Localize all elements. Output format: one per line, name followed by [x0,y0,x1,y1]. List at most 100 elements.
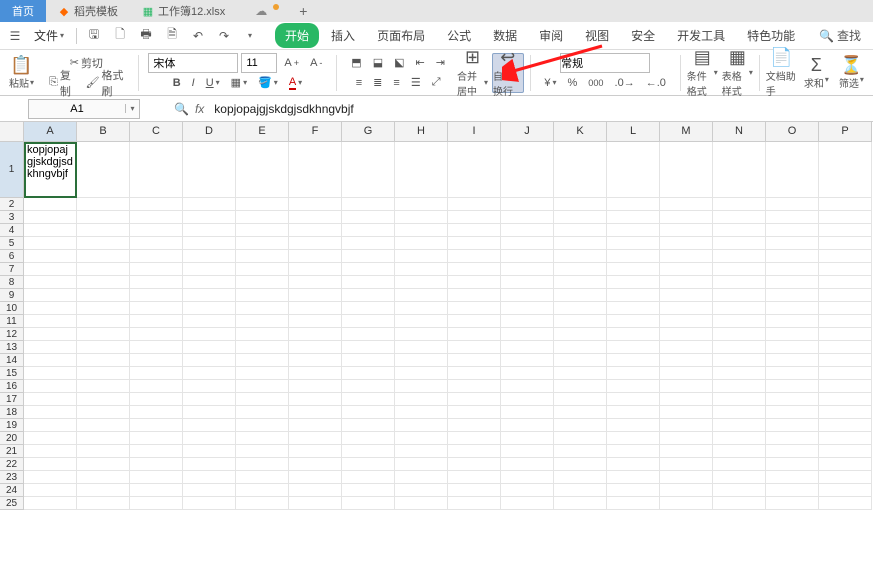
cell[interactable] [395,315,448,328]
cell[interactable] [24,471,77,484]
cell[interactable] [766,250,819,263]
cell[interactable] [660,211,713,224]
cell[interactable] [395,224,448,237]
row-header[interactable]: 1 [0,142,24,198]
cell[interactable] [342,354,395,367]
cell[interactable] [342,211,395,224]
cell[interactable] [448,380,501,393]
cell[interactable] [77,432,130,445]
row-header[interactable]: 20 [0,432,24,445]
cell[interactable] [130,380,183,393]
cell[interactable] [236,406,289,419]
percent-button[interactable]: % [563,74,581,92]
cell[interactable] [289,198,342,211]
cell[interactable] [289,497,342,510]
qat-more-icon[interactable]: ▾ [239,25,261,47]
cell[interactable] [183,406,236,419]
cell[interactable] [448,341,501,354]
ribbon-tab-insert[interactable]: 插入 [321,23,365,48]
cell[interactable] [130,276,183,289]
cell[interactable] [607,198,660,211]
cell[interactable] [448,302,501,315]
align-top-button[interactable]: ⬒ [347,54,365,72]
export-icon[interactable]: 🗎 [161,25,183,47]
cell[interactable] [607,354,660,367]
cell[interactable] [713,289,766,302]
cell[interactable] [395,302,448,315]
cell[interactable] [448,393,501,406]
cell[interactable] [713,224,766,237]
fill-color-button[interactable]: 🪣▾ [254,74,282,92]
cell[interactable] [448,315,501,328]
row-header[interactable]: 15 [0,367,24,380]
cell[interactable] [554,471,607,484]
cell[interactable] [395,263,448,276]
cell[interactable] [448,328,501,341]
cell[interactable] [236,328,289,341]
cell[interactable] [660,419,713,432]
cell[interactable] [501,211,554,224]
cell[interactable] [554,276,607,289]
cell[interactable] [554,393,607,406]
cell[interactable] [448,406,501,419]
cell[interactable] [183,432,236,445]
cell[interactable] [130,211,183,224]
increase-font-button[interactable]: A+ [280,54,303,72]
row-header[interactable]: 10 [0,302,24,315]
cell[interactable] [607,484,660,497]
cell[interactable] [236,367,289,380]
cell[interactable] [395,380,448,393]
number-format-select[interactable] [560,53,650,73]
cell[interactable] [236,380,289,393]
cell[interactable] [289,237,342,250]
cell[interactable] [554,380,607,393]
cell[interactable] [554,142,607,198]
cell[interactable] [501,393,554,406]
cell[interactable] [819,406,872,419]
cell[interactable] [554,237,607,250]
ribbon-tab-developer[interactable]: 开发工具 [667,23,735,48]
cell[interactable] [607,458,660,471]
cell[interactable] [766,263,819,276]
cell[interactable] [713,250,766,263]
cell[interactable] [448,367,501,380]
underline-button[interactable]: U▾ [202,74,224,92]
cell[interactable] [342,406,395,419]
cell[interactable] [289,302,342,315]
cell[interactable] [607,497,660,510]
cell[interactable] [819,471,872,484]
cell[interactable] [77,393,130,406]
cell[interactable] [660,445,713,458]
cell[interactable] [607,276,660,289]
cell[interactable] [77,302,130,315]
cell[interactable] [448,354,501,367]
cell[interactable] [77,211,130,224]
cell[interactable] [448,419,501,432]
cell[interactable] [607,432,660,445]
cell[interactable] [660,263,713,276]
cell[interactable] [766,393,819,406]
cell[interactable] [342,419,395,432]
cell[interactable] [342,328,395,341]
cell[interactable] [183,484,236,497]
cell[interactable] [289,484,342,497]
cell[interactable] [713,142,766,198]
cell[interactable] [183,393,236,406]
cell[interactable] [713,211,766,224]
cell[interactable] [183,328,236,341]
tab-home[interactable]: 首页 [0,0,46,22]
cell[interactable] [236,341,289,354]
cell[interactable] [607,263,660,276]
row-header[interactable]: 6 [0,250,24,263]
row-header[interactable]: 11 [0,315,24,328]
cell[interactable] [766,237,819,250]
column-header[interactable]: D [183,122,236,142]
cell[interactable] [766,367,819,380]
cell[interactable] [501,354,554,367]
cell[interactable] [342,142,395,198]
cell[interactable] [130,224,183,237]
border-button[interactable]: ▦▾ [227,74,251,92]
cell[interactable] [24,367,77,380]
cell[interactable] [183,211,236,224]
cell[interactable] [819,432,872,445]
